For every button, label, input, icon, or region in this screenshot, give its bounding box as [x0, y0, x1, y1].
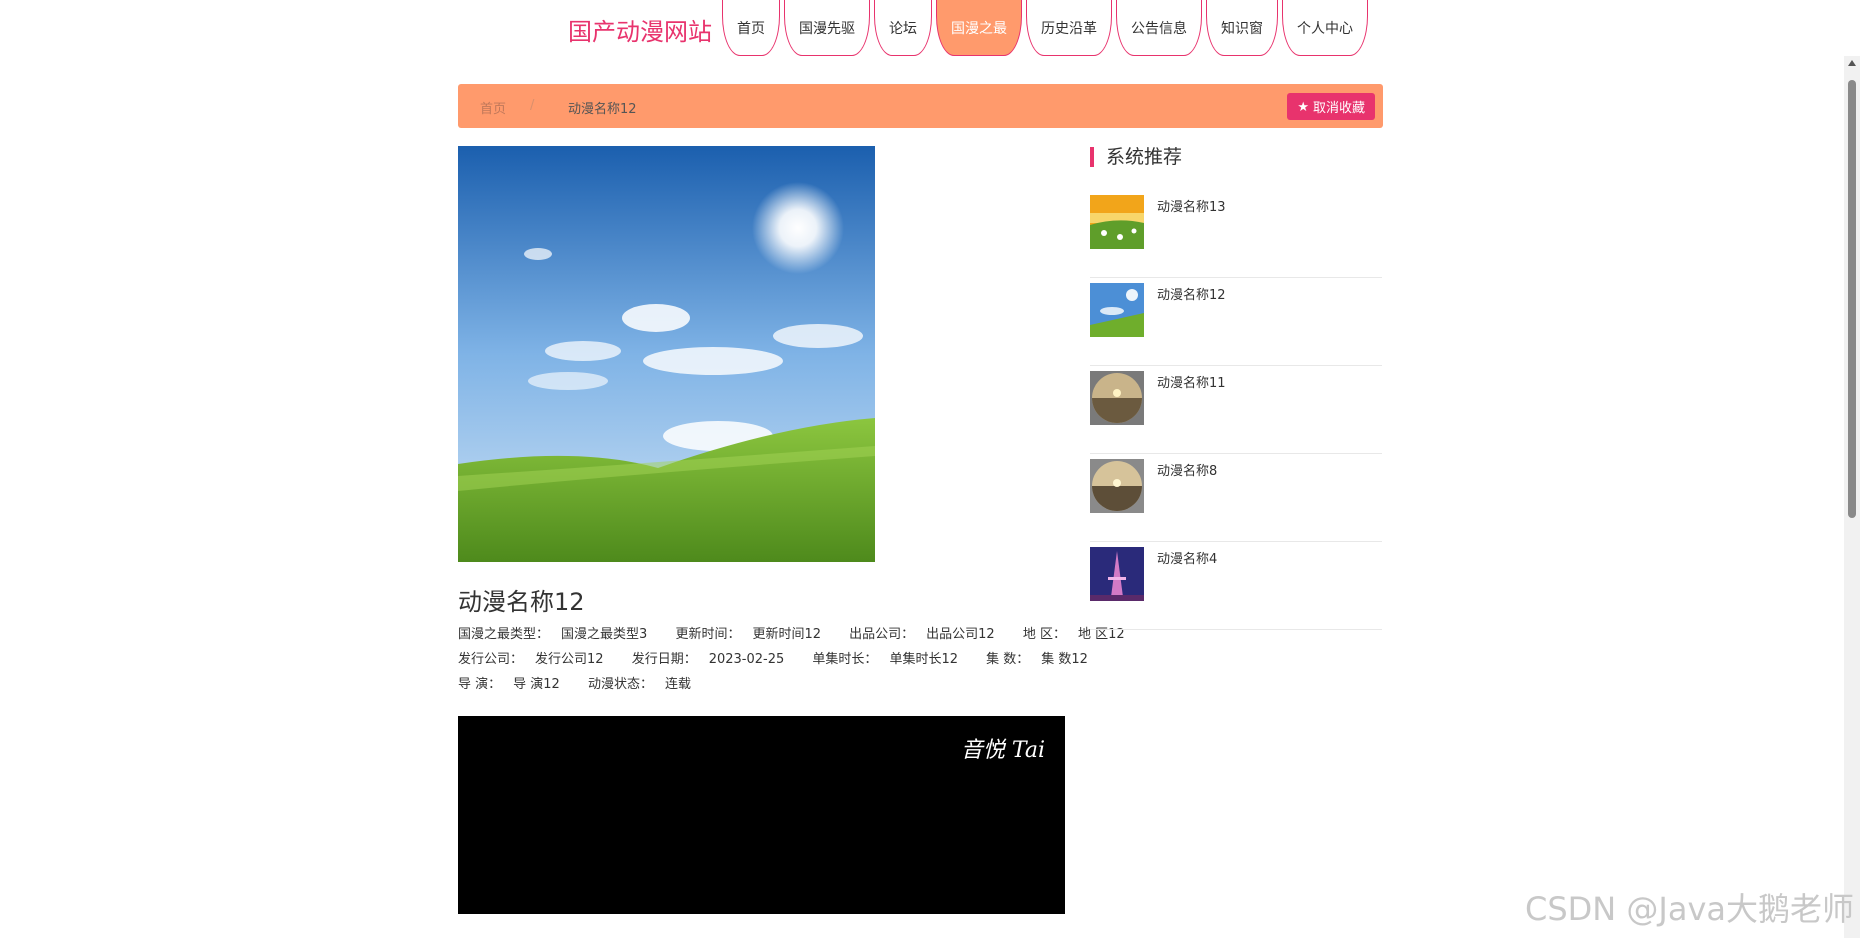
nav-item-forum[interactable]: 论坛 [874, 0, 932, 56]
list-item[interactable]: 动漫名称13 [1090, 190, 1382, 278]
star-icon: ★ [1297, 98, 1309, 114]
meta-company: 出品公司： 出品公司12 [849, 627, 995, 642]
recommend-list: 动漫名称13 动漫名称12 动漫名称11 动漫名称8 动漫名称4 [1090, 190, 1382, 630]
list-item[interactable]: 动漫名称8 [1090, 454, 1382, 542]
anime-title: 动漫名称12 [458, 588, 585, 616]
meta-update: 更新时间： 更新时间12 [675, 627, 821, 642]
header: 国产动漫网站 首页 国漫先驱 论坛 国漫之最 历史沿革 公告信息 知识窗 个人中… [0, 0, 1840, 60]
recommend-name[interactable]: 动漫名称4 [1157, 548, 1217, 567]
meta-row-3: 导 演：导 演12 动漫状态： 连载 [458, 673, 1058, 692]
recommend-name[interactable]: 动漫名称12 [1157, 284, 1226, 303]
page: 国产动漫网站 首页 国漫先驱 论坛 国漫之最 历史沿革 公告信息 知识窗 个人中… [0, 0, 1860, 938]
recommend-name[interactable]: 动漫名称13 [1157, 196, 1226, 215]
meta-row-1: 国漫之最类型： 国漫之最类型3 更新时间： 更新时间12 出品公司： 出品公司12 地… [458, 623, 1125, 642]
recommend-name[interactable]: 动漫名称11 [1157, 372, 1226, 391]
anime-cover-image [458, 146, 875, 562]
nav-menu: 首页 国漫先驱 论坛 国漫之最 历史沿革 公告信息 知识窗 个人中心 [722, 0, 1372, 56]
video-player[interactable]: 音悦 Tai [458, 716, 1065, 914]
breadcrumb-current: 动漫名称12 [568, 102, 637, 117]
list-item[interactable]: 动漫名称4 [1090, 542, 1382, 630]
scroll-up-icon[interactable] [1848, 60, 1856, 66]
meta-episodes: 集 数：集 数12 [986, 652, 1088, 667]
meta-type: 国漫之最类型： 国漫之最类型3 [458, 627, 648, 642]
breadcrumb: 首页 / 动漫名称12 ★ 取消收藏 [458, 84, 1383, 128]
breadcrumb-home[interactable]: 首页 [480, 98, 506, 117]
recommend-title: 系统推荐 [1090, 147, 1182, 167]
nav-item-knowledge[interactable]: 知识窗 [1206, 0, 1278, 56]
meta-duration: 单集时长： 单集时长12 [812, 652, 958, 667]
recommend-thumbnail[interactable] [1090, 459, 1144, 513]
meta-status: 动漫状态： 连载 [587, 677, 691, 692]
nav-item-best[interactable]: 国漫之最 [936, 0, 1022, 56]
meta-row-2: 发行公司： 发行公司12 发行日期： 2023-02-25 单集时长： 单集时长12 … [458, 648, 1088, 667]
recommend-thumbnail[interactable] [1090, 371, 1144, 425]
breadcrumb-separator: / [530, 98, 535, 113]
scrollbar-thumb[interactable] [1848, 80, 1856, 518]
recommend-thumbnail[interactable] [1090, 547, 1144, 601]
scrollbar[interactable] [1844, 56, 1860, 938]
meta-publisher: 发行公司： 发行公司12 [458, 652, 604, 667]
nav-item-notices[interactable]: 公告信息 [1116, 0, 1202, 56]
video-watermark: 音悦 Tai [960, 738, 1045, 763]
nav-item-profile[interactable]: 个人中心 [1282, 0, 1368, 56]
recommend-name[interactable]: 动漫名称8 [1157, 460, 1217, 479]
recommend-thumbnail[interactable] [1090, 195, 1144, 249]
nav-item-home[interactable]: 首页 [722, 0, 780, 56]
site-title[interactable]: 国产动漫网站 [568, 12, 712, 47]
meta-director: 导 演：导 演12 [458, 677, 560, 692]
list-item[interactable]: 动漫名称12 [1090, 278, 1382, 366]
meta-date: 发行日期： 2023-02-25 [631, 652, 785, 667]
nav-item-pioneers[interactable]: 国漫先驱 [784, 0, 870, 56]
csdn-watermark: CSDN @Java大鹅老师 [1524, 890, 1854, 928]
nav-item-history[interactable]: 历史沿革 [1026, 0, 1112, 56]
list-item[interactable]: 动漫名称11 [1090, 366, 1382, 454]
recommend-thumbnail[interactable] [1090, 283, 1144, 337]
unfavorite-button[interactable]: ★ 取消收藏 [1287, 93, 1375, 120]
unfavorite-label: 取消收藏 [1312, 100, 1365, 115]
